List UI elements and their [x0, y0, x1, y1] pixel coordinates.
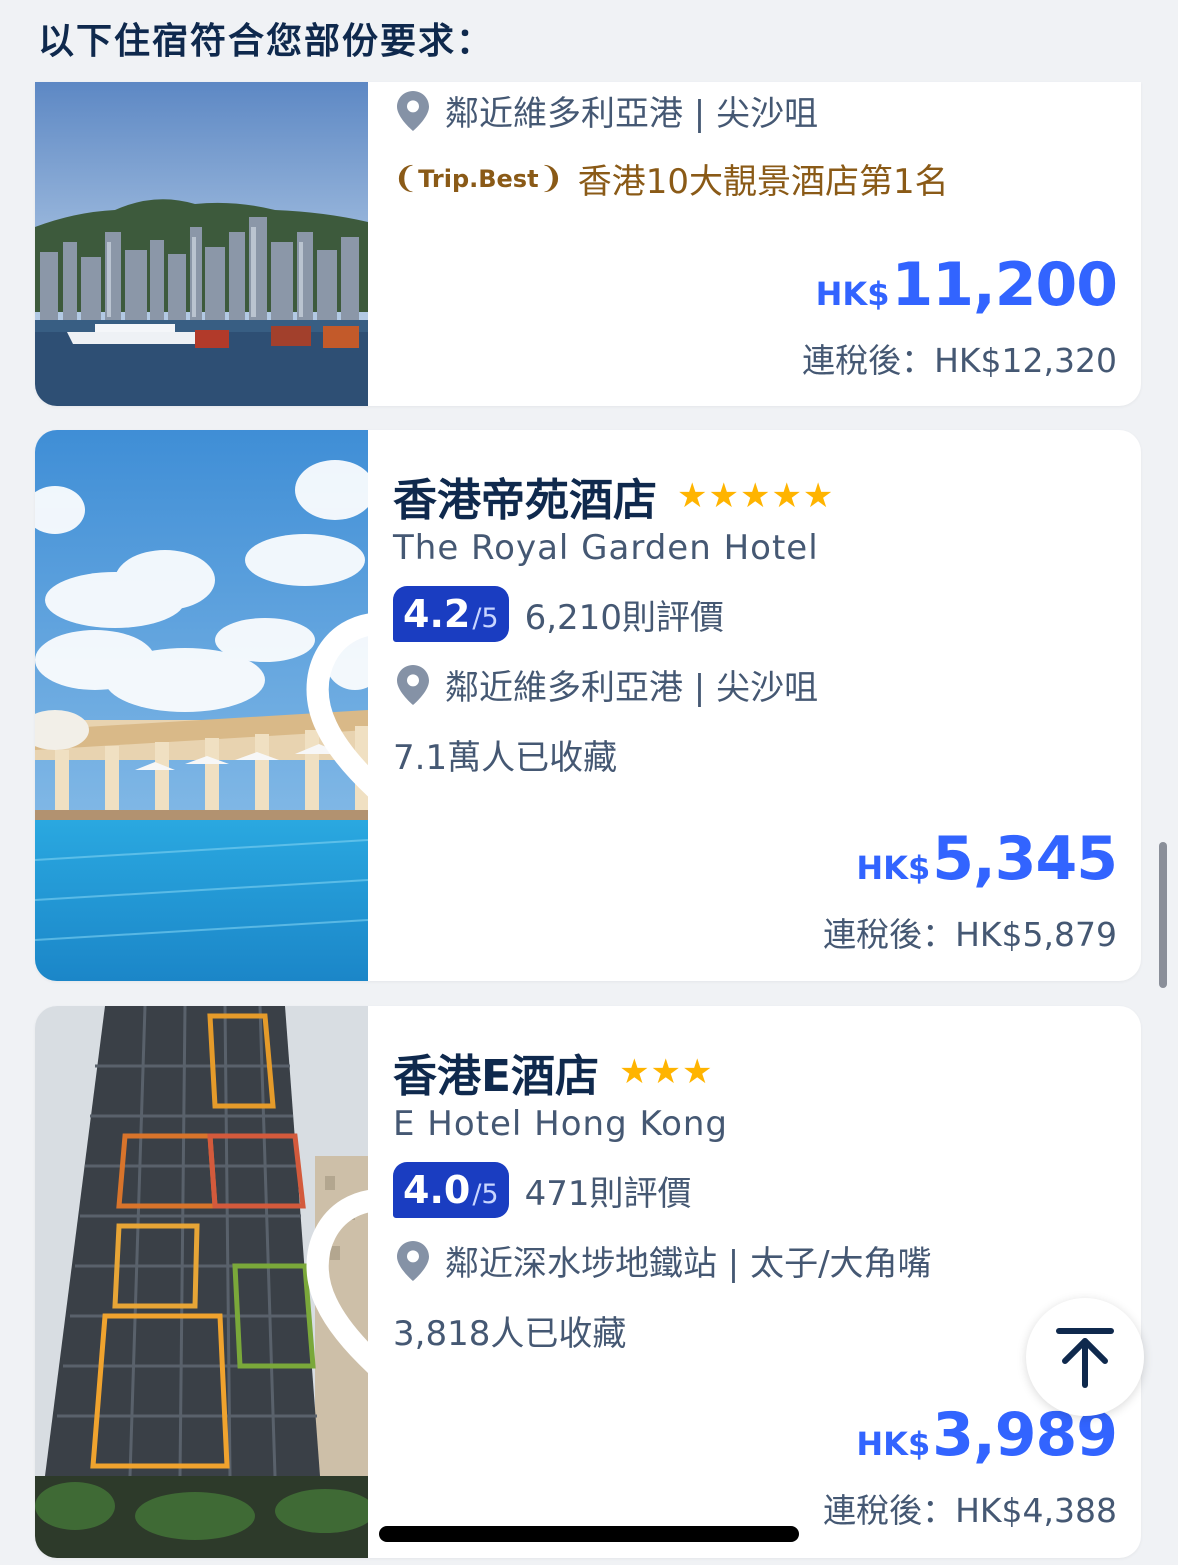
- hotel-card-2[interactable]: 香港帝苑酒店 ★★★★★ The Royal Garden Hotel 4.2 …: [35, 430, 1141, 981]
- location-text: 鄰近維多利亞港 | 尖沙咀: [445, 668, 819, 708]
- hotel-name: 香港帝苑酒店: [393, 475, 657, 526]
- score-value: 4.0: [403, 1168, 471, 1212]
- hotel-name: 香港E酒店: [393, 1051, 600, 1102]
- harbour-skyline-image: [35, 82, 368, 406]
- location-row: 鄰近深水埗地鐵站 | 太子/大角嘴: [393, 1236, 932, 1285]
- tax-inclusive-price: 連稅後：HK$5,879: [823, 915, 1117, 954]
- location-row: 鄰近維多利亞港 | 尖沙咀: [393, 660, 818, 709]
- trip-best-badge: ❨ Trip.Best ❩: [393, 161, 564, 196]
- results-heading: 以下住宿符合您部份要求：: [38, 21, 495, 62]
- rating-row[interactable]: 4.0 /5 471則評價: [393, 1162, 692, 1218]
- price: HK$ 11,200: [815, 250, 1118, 320]
- price-currency: HK$: [815, 275, 890, 313]
- location-pin-icon: [397, 664, 429, 705]
- score-max: /5: [472, 603, 499, 634]
- star-rating: ★★★★★: [677, 476, 835, 516]
- hotel-photo[interactable]: [35, 430, 368, 981]
- hotel-photo[interactable]: [35, 1006, 368, 1558]
- award-row[interactable]: ❨ Trip.Best ❩ 香港10大靚景酒店第1名: [393, 154, 949, 203]
- score-max: /5: [472, 1179, 499, 1210]
- review-count: 471則評價: [524, 1173, 692, 1214]
- favorite-heart-icon[interactable]: [293, 1028, 368, 1558]
- arrow-up-to-top-icon: [1056, 1328, 1114, 1388]
- score-value: 4.2: [403, 592, 471, 636]
- price-amount: 11,200: [891, 250, 1118, 320]
- hotel-card-1[interactable]: 鄰近維多利亞港 | 尖沙咀 ❨ Trip.Best ❩ 香港10大靚景酒店第1名…: [35, 82, 1141, 406]
- hotel-card-3[interactable]: 香港E酒店 ★★★ E Hotel Hong Kong 4.0 /5 471則評…: [35, 1006, 1141, 1558]
- location-row: 鄰近維多利亞港 | 尖沙咀: [393, 86, 818, 135]
- location-pin-icon: [397, 1240, 429, 1281]
- hotel-name-row: 香港帝苑酒店 ★★★★★: [393, 464, 834, 528]
- laurel-left-icon: ❨: [393, 161, 419, 196]
- price: HK$ 5,345: [856, 824, 1118, 894]
- favorite-heart-icon[interactable]: [293, 452, 368, 981]
- hotel-english-name: E Hotel Hong Kong: [393, 1104, 729, 1144]
- scrollbar-thumb[interactable]: [1159, 842, 1167, 988]
- price-currency: HK$: [856, 1425, 931, 1463]
- tax-inclusive-price: 連稅後：HK$4,388: [823, 1491, 1117, 1530]
- saved-count: 3,818人已收藏: [393, 1314, 627, 1354]
- hotel-name-row: 香港E酒店 ★★★: [393, 1040, 714, 1104]
- laurel-right-icon: ❩: [538, 161, 564, 196]
- star-rating: ★★★: [619, 1052, 714, 1092]
- award-text: 香港10大靚景酒店第1名: [577, 162, 949, 202]
- hotel-photo[interactable]: [35, 82, 368, 406]
- award-badge-label: Trip.Best: [418, 164, 539, 193]
- price-currency: HK$: [856, 849, 931, 887]
- score-badge: 4.0 /5: [393, 1162, 509, 1218]
- location-text: 鄰近深水埗地鐵站 | 太子/大角嘴: [445, 1244, 932, 1284]
- score-badge: 4.2 /5: [393, 586, 509, 642]
- tax-inclusive-price: 連稅後：HK$12,320: [802, 341, 1117, 380]
- rating-row[interactable]: 4.2 /5 6,210則評價: [393, 586, 724, 642]
- location-pin-icon: [397, 90, 429, 131]
- home-indicator[interactable]: [379, 1526, 799, 1542]
- saved-count: 7.1萬人已收藏: [393, 738, 618, 778]
- price-amount: 5,345: [932, 824, 1118, 894]
- review-count: 6,210則評價: [524, 597, 724, 638]
- hotel-english-name: The Royal Garden Hotel: [393, 528, 819, 568]
- scroll-to-top-button[interactable]: [1026, 1298, 1144, 1416]
- location-text: 鄰近維多利亞港 | 尖沙咀: [445, 94, 819, 134]
